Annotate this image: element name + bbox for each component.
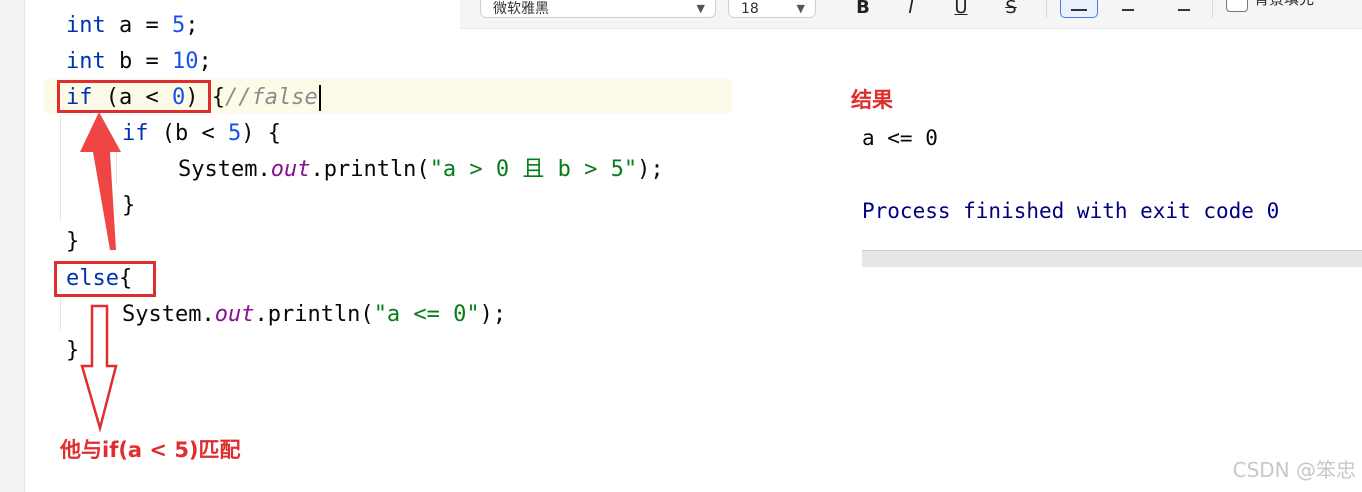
down-arrow-icon bbox=[80, 304, 118, 433]
annotation-arrows bbox=[80, 112, 121, 433]
up-arrow-icon bbox=[80, 112, 121, 250]
match-note: 他与if(a < 5)匹配 bbox=[60, 438, 241, 462]
console-process-line: Process finished with exit code 0 bbox=[862, 199, 1280, 223]
console-horizontal-scrollbar[interactable] bbox=[862, 250, 1362, 267]
console-output-line: a <= 0 bbox=[862, 126, 938, 150]
result-label: 结果 bbox=[851, 88, 893, 112]
watermark: CSDN @笨忠 bbox=[1232, 458, 1356, 482]
